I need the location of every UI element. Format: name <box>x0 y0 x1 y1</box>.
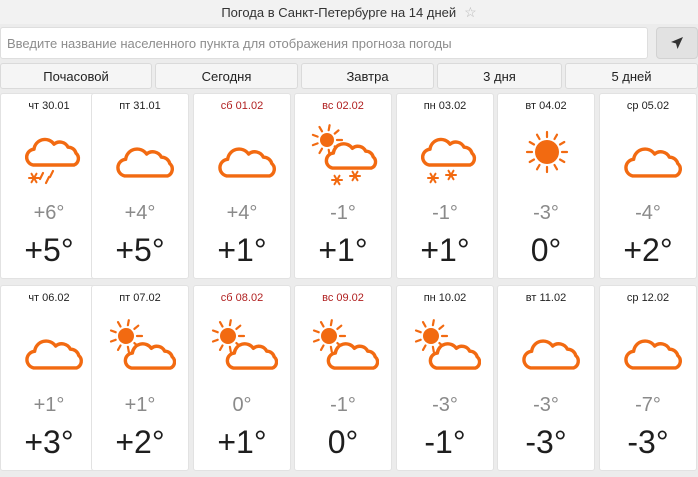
day-card[interactable]: сб 08.02 0° +1° <box>193 285 291 471</box>
day-date: пт 31.01 <box>119 100 161 112</box>
day-date: ср 05.02 <box>626 100 670 112</box>
night-temperature: -7° <box>635 394 661 416</box>
tab-label: Почасовой <box>43 68 109 84</box>
night-temperature: -1° <box>432 202 458 224</box>
sun-icon <box>512 122 582 192</box>
partly-cloudy-snow-icon <box>309 122 379 192</box>
night-temperature: -3° <box>432 394 458 416</box>
night-temperature: -1° <box>330 394 356 416</box>
cloud-snow-icon <box>411 122 481 192</box>
day-date: пн 10.02 <box>423 292 467 304</box>
partly-cloudy-icon <box>106 314 176 384</box>
day-temperature: +2° <box>115 424 165 460</box>
tab-label: Завтра <box>346 68 389 84</box>
day-card[interactable]: чт 06.02 +1° +3° <box>0 285 98 471</box>
night-temperature: +4° <box>226 202 258 224</box>
day-temperature: +5° <box>115 232 165 268</box>
day-temperature: +1° <box>318 232 368 268</box>
day-date: вт 11.02 <box>525 292 567 304</box>
day-card[interactable]: пт 31.01 +4° +5° <box>91 93 189 279</box>
partly-cloudy-icon <box>208 314 278 384</box>
day-date: ср 12.02 <box>626 292 670 304</box>
partly-cloudy-icon <box>309 314 379 384</box>
day-temperature: 0° <box>327 424 359 460</box>
tab-tomorrow[interactable]: Завтра <box>301 63 434 89</box>
day-temperature: -3° <box>525 424 567 460</box>
day-card[interactable]: чт 30.01 +6° +5° <box>0 93 98 279</box>
locate-button[interactable] <box>656 27 698 59</box>
day-card[interactable]: пн 03.02 -1° +1° <box>396 93 494 279</box>
night-temperature: +1° <box>124 394 156 416</box>
day-date: вс 02.02 <box>322 100 364 112</box>
day-card[interactable]: ср 12.02 -7° -3° <box>599 285 697 471</box>
period-tabs: Почасовой Сегодня Завтра 3 дня 5 дней <box>0 63 698 89</box>
tab-label: Сегодня <box>201 68 252 84</box>
day-card[interactable]: пт 07.02 +1° +2° <box>91 285 189 471</box>
tab-label: 3 дня <box>483 68 516 84</box>
partly-cloudy-icon <box>411 314 481 384</box>
cloudy-icon <box>106 122 176 192</box>
day-date: пн 03.02 <box>423 100 467 112</box>
star-icon[interactable]: ☆ <box>464 5 477 19</box>
cloud-snow-rain-icon <box>15 122 85 192</box>
night-temperature: -3° <box>533 202 559 224</box>
search-input[interactable] <box>0 27 648 59</box>
cloudy-icon <box>614 122 684 192</box>
cloudy-icon <box>15 314 85 384</box>
page-title: Погода в Санкт-Петербурге на 14 дней <box>221 4 457 20</box>
day-card[interactable]: вт 11.02 -3° -3° <box>497 285 595 471</box>
day-card[interactable]: ср 05.02 -4° +2° <box>599 93 697 279</box>
search-bar <box>0 24 698 64</box>
tab-3-days[interactable]: 3 дня <box>437 63 562 89</box>
day-temperature: +3° <box>24 424 74 460</box>
day-temperature: +2° <box>623 232 673 268</box>
tab-hourly[interactable]: Почасовой <box>0 63 152 89</box>
day-card[interactable]: пн 10.02 -3° -1° <box>396 285 494 471</box>
cloudy-icon <box>208 122 278 192</box>
day-date: чт 30.01 <box>28 100 70 112</box>
night-temperature: +1° <box>33 394 65 416</box>
day-temperature: -1° <box>424 424 466 460</box>
night-temperature: +4° <box>124 202 156 224</box>
day-card[interactable]: вс 02.02 -1° +1° <box>294 93 392 279</box>
day-card[interactable]: вт 04.02 -3° 0° <box>497 93 595 279</box>
night-temperature: -3° <box>533 394 559 416</box>
day-temperature: +1° <box>420 232 470 268</box>
page-header: Погода в Санкт-Петербурге на 14 дней ☆ <box>0 0 698 24</box>
day-date: сб 08.02 <box>220 292 264 304</box>
day-card[interactable]: сб 01.02 +4° +1° <box>193 93 291 279</box>
day-card[interactable]: вс 09.02 -1° 0° <box>294 285 392 471</box>
day-date: сб 01.02 <box>220 100 264 112</box>
day-date: вс 09.02 <box>322 292 364 304</box>
day-temperature: -3° <box>627 424 669 460</box>
cloudy-icon <box>614 314 684 384</box>
day-temperature: +5° <box>24 232 74 268</box>
night-temperature: -1° <box>330 202 356 224</box>
tab-label: 5 дней <box>611 68 652 84</box>
night-temperature: -4° <box>635 202 661 224</box>
tab-today[interactable]: Сегодня <box>155 63 298 89</box>
day-temperature: +1° <box>217 424 267 460</box>
day-date: вт 04.02 <box>525 100 567 112</box>
day-date: пт 07.02 <box>119 292 161 304</box>
night-temperature: 0° <box>232 394 252 416</box>
day-temperature: +1° <box>217 232 267 268</box>
day-temperature: 0° <box>530 232 562 268</box>
cloudy-icon <box>512 314 582 384</box>
night-temperature: +6° <box>33 202 65 224</box>
day-date: чт 06.02 <box>28 292 70 304</box>
tab-5-days[interactable]: 5 дней <box>565 63 698 89</box>
location-arrow-icon <box>671 37 683 49</box>
